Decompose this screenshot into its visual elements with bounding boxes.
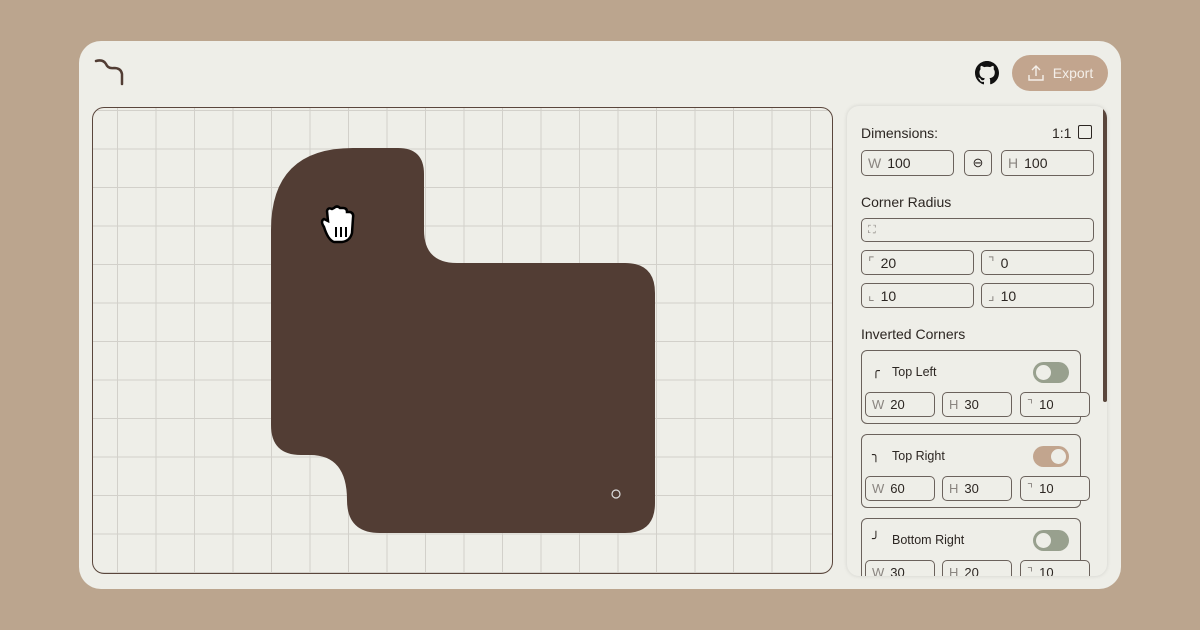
inv-br-width-input[interactable]: W 30 bbox=[865, 560, 935, 576]
corner-icon: ⌝ bbox=[1027, 565, 1033, 577]
value: 10 bbox=[1039, 565, 1053, 576]
inverted-top-left-toggle[interactable] bbox=[1033, 362, 1069, 383]
w-prefix: W bbox=[872, 565, 884, 576]
h-prefix: H bbox=[949, 565, 958, 576]
corner-icon: ⌝ bbox=[1027, 397, 1033, 413]
inverted-bottom-right-toggle[interactable] bbox=[1033, 530, 1069, 551]
settings-panel: Dimensions: 1:1 W100 ⊖ H100 Corner Radiu… bbox=[847, 106, 1107, 576]
value: 30 bbox=[890, 565, 904, 576]
corner-tr-icon: ⌝ bbox=[988, 254, 995, 271]
radius-bl-value: 10 bbox=[881, 288, 897, 304]
radius-br-value: 10 bbox=[1001, 288, 1017, 304]
value: 20 bbox=[964, 565, 978, 576]
inverted-top-left-card: ╭ Top Left W 20 H 30 ⌝ 10 bbox=[861, 350, 1081, 424]
value: 60 bbox=[890, 481, 904, 496]
inv-tl-radius-input[interactable]: ⌝ 10 bbox=[1020, 392, 1090, 417]
inv-tl-height-input[interactable]: H 30 bbox=[942, 392, 1012, 417]
github-icon[interactable] bbox=[975, 61, 999, 85]
logo-icon bbox=[94, 58, 126, 88]
inverted-top-left-icon: ╭ bbox=[872, 363, 880, 379]
corner-icon: ⌝ bbox=[1027, 481, 1033, 497]
all-corners-input[interactable]: ⛶ bbox=[861, 218, 1094, 242]
inv-br-height-input[interactable]: H 20 bbox=[942, 560, 1012, 576]
export-button[interactable]: Export bbox=[1012, 55, 1108, 91]
radius-top-left-input[interactable]: ⌜ 20 bbox=[861, 250, 974, 275]
height-value: 100 bbox=[1024, 155, 1047, 171]
inverted-top-right-toggle[interactable] bbox=[1033, 446, 1069, 467]
corner-bl-icon: ⌞ bbox=[868, 287, 875, 304]
upload-icon bbox=[1027, 64, 1045, 82]
inverted-bottom-right-card: ╯ Bottom Right W 30 H 20 ⌝ 10 bbox=[861, 518, 1081, 576]
value: 10 bbox=[1039, 481, 1053, 496]
h-prefix: H bbox=[949, 481, 958, 496]
value: 10 bbox=[1039, 397, 1053, 412]
inv-tr-height-input[interactable]: H 30 bbox=[942, 476, 1012, 501]
inverted-corners-label: Inverted Corners bbox=[861, 326, 965, 342]
shape-preview[interactable] bbox=[92, 107, 833, 574]
radius-bottom-left-input[interactable]: ⌞ 10 bbox=[861, 283, 974, 308]
inverted-bottom-right-icon: ╯ bbox=[872, 531, 880, 547]
width-input[interactable]: W 100 bbox=[861, 150, 954, 176]
radius-tr-value: 0 bbox=[1001, 255, 1009, 271]
inverted-top-right-card: ╮ Top Right W 60 H 30 ⌝ 10 bbox=[861, 434, 1081, 508]
height-input[interactable]: H 100 bbox=[1001, 150, 1094, 176]
w-prefix: W bbox=[872, 397, 884, 412]
shape bbox=[271, 148, 655, 533]
radius-top-right-input[interactable]: ⌝0 bbox=[981, 250, 1094, 275]
w-prefix: W bbox=[868, 155, 881, 171]
inv-tr-radius-input[interactable]: ⌝ 10 bbox=[1020, 476, 1090, 501]
inv-tl-width-input[interactable]: W 20 bbox=[865, 392, 935, 417]
radius-tl-value: 20 bbox=[881, 255, 897, 271]
value: 20 bbox=[890, 397, 904, 412]
ratio-label: 1:1 bbox=[1052, 125, 1071, 141]
card-title: Top Right bbox=[892, 449, 945, 463]
aspect-ratio-checkbox[interactable] bbox=[1078, 125, 1092, 139]
w-prefix: W bbox=[872, 481, 884, 496]
width-value: 100 bbox=[887, 155, 910, 171]
card-title: Bottom Right bbox=[892, 533, 964, 547]
inv-br-radius-input[interactable]: ⌝ 10 bbox=[1020, 560, 1090, 576]
h-prefix: H bbox=[1008, 155, 1018, 171]
scrollbar[interactable] bbox=[1103, 106, 1107, 402]
canvas[interactable] bbox=[92, 107, 833, 574]
inv-tr-width-input[interactable]: W 60 bbox=[865, 476, 935, 501]
link-button[interactable]: ⊖ bbox=[964, 150, 992, 176]
dimensions-label: Dimensions: bbox=[861, 125, 938, 141]
corner-br-icon: ⌟ bbox=[988, 287, 995, 304]
export-label: Export bbox=[1053, 65, 1093, 81]
inverted-top-right-icon: ╮ bbox=[872, 447, 880, 463]
link-icon: ⊖ bbox=[973, 155, 984, 171]
card-title: Top Left bbox=[892, 365, 936, 379]
all-corners-icon: ⛶ bbox=[868, 224, 876, 237]
radius-bottom-right-input[interactable]: ⌟ 10 bbox=[981, 283, 1094, 308]
value: 30 bbox=[964, 397, 978, 412]
corner-tl-icon: ⌜ bbox=[868, 254, 875, 271]
corner-radius-label: Corner Radius bbox=[861, 194, 951, 210]
value: 30 bbox=[964, 481, 978, 496]
h-prefix: H bbox=[949, 397, 958, 412]
